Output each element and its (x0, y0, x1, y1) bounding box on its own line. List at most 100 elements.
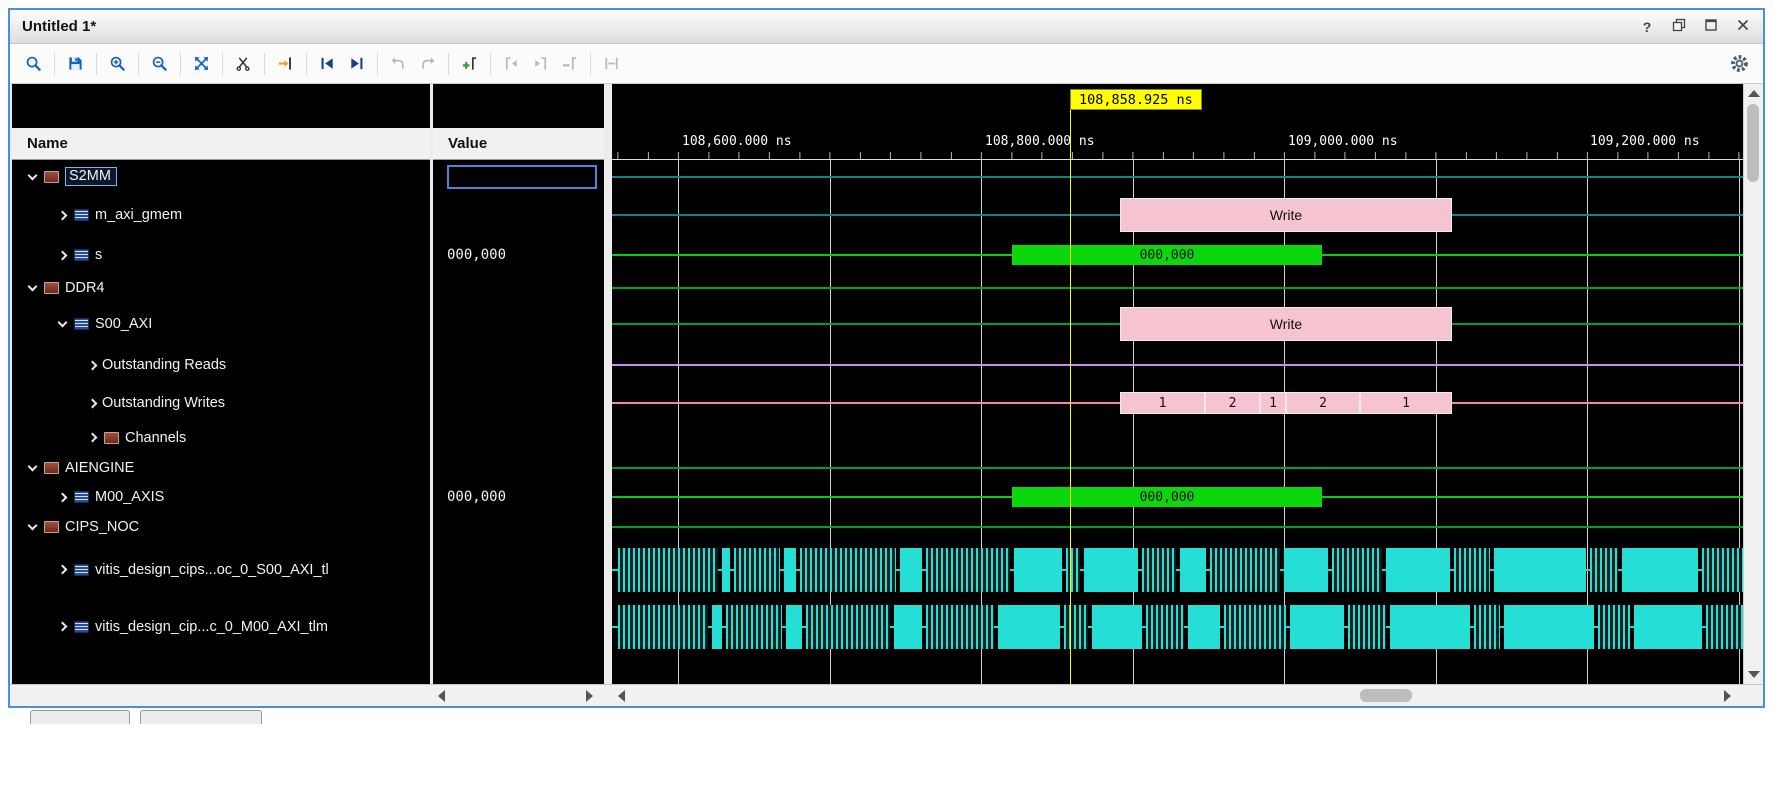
chevron-right-icon[interactable] (52, 623, 72, 630)
bus-activity-segment (1146, 605, 1184, 649)
bottom-tab[interactable] (30, 710, 130, 724)
signal-row[interactable]: s (12, 237, 430, 273)
wave-scroll-right-icon[interactable] (1724, 690, 1731, 702)
signal-value[interactable] (433, 302, 604, 346)
bus-value-segment: 2 (1205, 392, 1260, 414)
search-button[interactable] (20, 50, 47, 77)
name-column-header[interactable]: Name (12, 128, 430, 160)
signal-row[interactable]: Outstanding Writes (12, 384, 430, 422)
signal-row[interactable]: Channels (12, 422, 430, 453)
window-title: Untitled 1* (22, 18, 96, 35)
chevron-down-icon[interactable] (52, 322, 72, 326)
wave-row: 12121 (612, 384, 1743, 422)
signal-value[interactable] (433, 512, 604, 541)
redo-button[interactable] (414, 50, 441, 77)
signal-row[interactable]: AIENGINE (12, 453, 430, 482)
signal-value[interactable] (433, 160, 604, 193)
vertical-scroll-thumb[interactable] (1747, 104, 1759, 182)
cursor-time-label[interactable]: 108,858.925 ns (1070, 89, 1202, 110)
signal-row[interactable]: CIPS_NOC (12, 512, 430, 541)
maximize-button[interactable] (1703, 19, 1719, 35)
chevron-right-icon[interactable] (52, 252, 72, 259)
signal-tree[interactable]: S2MMm_axi_gmemsDDR4S00_AXIOutstanding Re… (12, 160, 430, 684)
bus-activity-segment (618, 548, 718, 592)
chevron-down-icon[interactable] (22, 175, 42, 179)
waveform-rows[interactable]: Write000,000Write12121000,000 (612, 160, 1743, 684)
chevron-right-icon[interactable] (82, 400, 102, 407)
restore-button[interactable] (1671, 19, 1687, 35)
remove-marker-button[interactable] (556, 50, 583, 77)
signal-row[interactable]: S00_AXI (12, 302, 430, 346)
chevron-right-icon[interactable] (82, 434, 102, 441)
bus-activity-segment (784, 548, 796, 592)
bus-icon (74, 564, 89, 576)
signal-value[interactable]: 000,000 (433, 482, 604, 512)
panel-divider[interactable] (604, 84, 612, 684)
zoom-in-button[interactable] (104, 50, 131, 77)
signal-value[interactable] (433, 541, 604, 598)
chevron-down-icon[interactable] (22, 286, 42, 290)
next-marker-button[interactable] (527, 50, 554, 77)
wave-scroll-thumb[interactable] (1360, 689, 1412, 702)
chevron-down-icon[interactable] (22, 525, 42, 529)
signal-value[interactable] (433, 453, 604, 482)
signal-row[interactable]: M00_AXIS (12, 482, 430, 512)
zoom-out-button[interactable] (146, 50, 173, 77)
chevron-right-icon[interactable] (52, 566, 72, 573)
bus-activity-segment (1188, 605, 1220, 649)
values-scroll-right-icon[interactable] (586, 690, 593, 702)
go-to-last-time-button[interactable] (272, 50, 299, 77)
chevron-right-icon[interactable] (82, 362, 102, 369)
signal-value[interactable] (433, 346, 604, 384)
bus-activity-segment (1142, 548, 1176, 592)
chevron-down-icon[interactable] (22, 466, 42, 470)
zoom-to-cursor-button[interactable] (230, 50, 257, 77)
value-list[interactable]: 000,000 000,000 (433, 160, 604, 684)
vertical-scrollbar[interactable] (1743, 84, 1763, 684)
previous-marker-button[interactable] (498, 50, 525, 77)
wave-scroll-left-icon[interactable] (618, 690, 625, 702)
signal-value[interactable] (433, 598, 604, 655)
signal-row[interactable]: DDR4 (12, 273, 430, 302)
signal-row[interactable]: Outstanding Reads (12, 346, 430, 384)
bottom-tab[interactable] (140, 710, 262, 724)
signal-value[interactable]: 000,000 (433, 237, 604, 273)
zoom-fit-button[interactable] (188, 50, 215, 77)
signal-row[interactable]: S2MM (12, 160, 430, 193)
signal-value[interactable] (433, 422, 604, 453)
settings-button[interactable] (1726, 50, 1753, 77)
help-button[interactable]: ? (1639, 19, 1655, 35)
signal-row[interactable]: vitis_design_cip...c_0_M00_AXI_tlm (12, 598, 430, 655)
selected-value-box[interactable] (447, 165, 597, 189)
signal-value[interactable] (433, 273, 604, 302)
signal-row[interactable]: m_axi_gmem (12, 193, 430, 237)
scroll-up-icon[interactable] (1748, 90, 1760, 97)
close-button[interactable] (1735, 19, 1751, 35)
next-transition-button[interactable] (343, 50, 370, 77)
swap-markers-button[interactable] (598, 50, 625, 77)
value-column-header[interactable]: Value (433, 128, 604, 160)
chevron-right-icon[interactable] (52, 494, 72, 501)
signal-value[interactable] (433, 193, 604, 237)
scroll-down-icon[interactable] (1748, 671, 1760, 678)
waveform-panel[interactable]: 108,858.925 ns 108,600.000 ns108,800.000… (612, 84, 1743, 684)
horizontal-scrollbar-area (10, 684, 1763, 706)
previous-transition-button[interactable] (314, 50, 341, 77)
values-scroll-left-icon[interactable] (438, 690, 445, 702)
chevron-right-icon[interactable] (52, 212, 72, 219)
bus-value-segment: 1 (1260, 392, 1286, 414)
signal-row[interactable]: vitis_design_cips...oc_0_S00_AXI_tl (12, 541, 430, 598)
time-ruler[interactable]: 108,600.000 ns108,800.000 ns109,000.000 … (612, 128, 1743, 160)
bus-activity-segment (1014, 548, 1062, 592)
save-button[interactable] (62, 50, 89, 77)
signal-line (612, 467, 1743, 469)
cursor-line[interactable] (1070, 110, 1071, 684)
wave-row (612, 453, 1743, 482)
signal-value[interactable] (433, 384, 604, 422)
signal-name: CIPS_NOC (65, 519, 139, 535)
add-marker-button[interactable] (456, 50, 483, 77)
titlebar[interactable]: Untitled 1* ? (10, 10, 1763, 44)
toolbar-separator (590, 53, 591, 75)
signal-line (612, 364, 1743, 366)
undo-button[interactable] (385, 50, 412, 77)
